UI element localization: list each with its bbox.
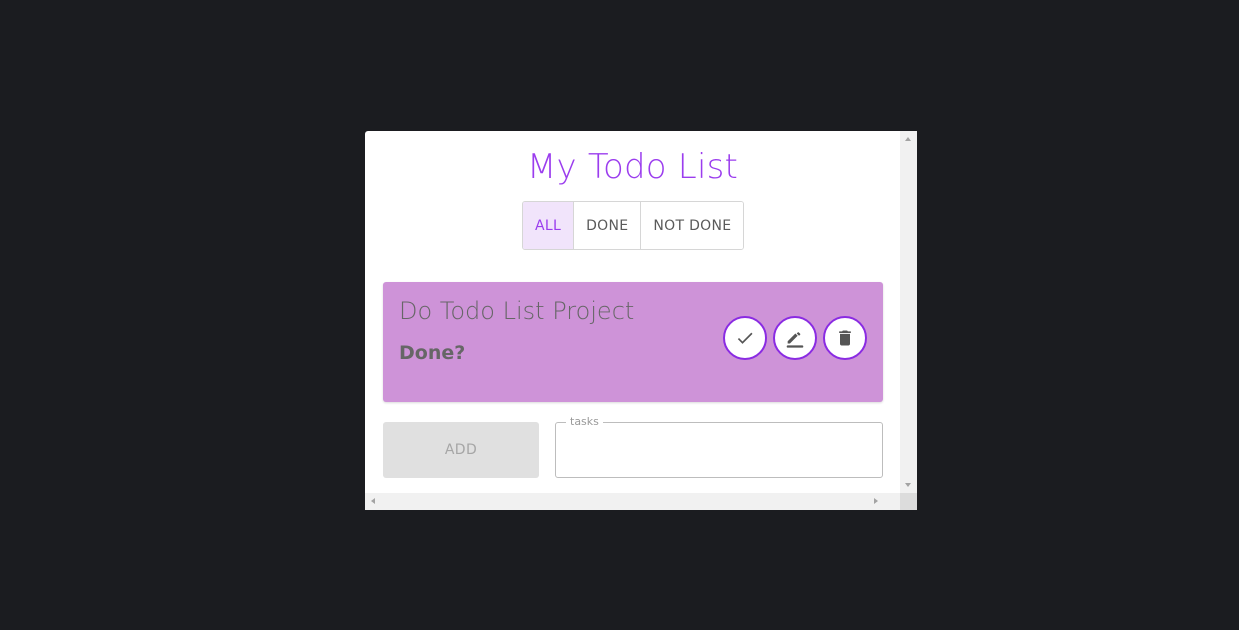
check-icon [735, 328, 755, 348]
filter-done-button[interactable]: DONE [574, 202, 642, 249]
mark-done-button[interactable] [723, 316, 767, 360]
filter-all-button[interactable]: ALL [523, 202, 575, 249]
task-input[interactable] [568, 437, 872, 465]
scroll-up-icon[interactable] [905, 137, 911, 141]
delete-button[interactable] [823, 316, 867, 360]
horizontal-scrollbar[interactable] [365, 493, 900, 510]
scrollbar-corner [900, 493, 917, 510]
task-input-field: tasks [555, 415, 883, 478]
scroll-down-icon[interactable] [905, 483, 911, 487]
todo-item-status: Done? [399, 342, 466, 364]
todo-app-window: My Todo List ALL DONE NOT DONE Do Todo L… [365, 131, 917, 510]
app-viewport: My Todo List ALL DONE NOT DONE Do Todo L… [365, 131, 900, 493]
scroll-left-icon[interactable] [371, 498, 375, 504]
todo-item-actions [723, 316, 867, 360]
filter-button-group: ALL DONE NOT DONE [522, 201, 745, 250]
add-task-button[interactable]: ADD [383, 422, 539, 478]
delete-icon [835, 328, 855, 348]
filter-not-done-button[interactable]: NOT DONE [641, 202, 744, 249]
todo-item-card: Do Todo List Project Done? [383, 282, 883, 402]
page-title: My Todo List [526, 147, 739, 187]
task-input-label: tasks [566, 415, 603, 429]
edit-icon [784, 327, 806, 349]
todo-item-title: Do Todo List Project [399, 297, 635, 325]
vertical-scrollbar[interactable] [900, 131, 917, 493]
scroll-right-icon[interactable] [874, 498, 878, 504]
edit-button[interactable] [773, 316, 817, 360]
